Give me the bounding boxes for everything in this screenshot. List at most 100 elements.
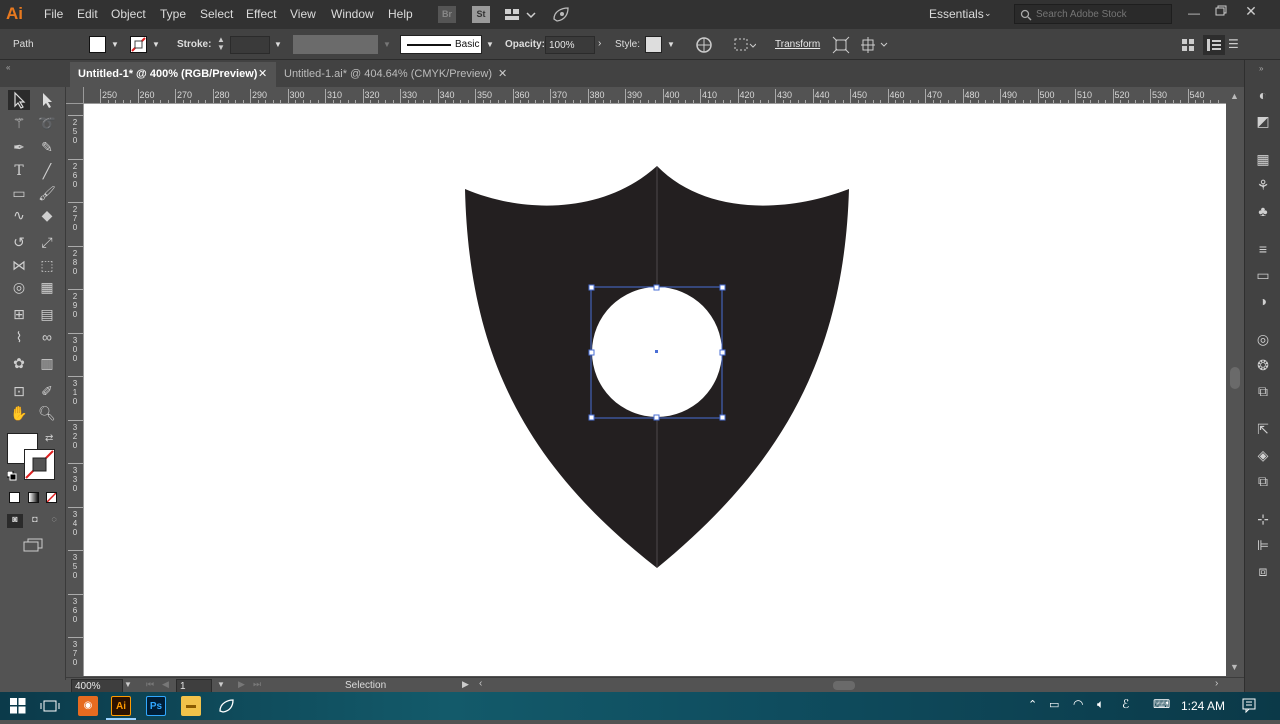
curvature-tool[interactable]: ✎ xyxy=(36,137,58,157)
gpu-performance-button[interactable] xyxy=(550,5,572,24)
resize-handle[interactable] xyxy=(653,284,660,291)
transparency-panel-button[interactable]: ◑ xyxy=(1253,292,1273,310)
menu-effect[interactable]: Effect xyxy=(246,7,276,21)
draw-inside-button[interactable]: ◌ xyxy=(46,514,62,528)
menu-select[interactable]: Select xyxy=(200,7,233,21)
transform-panel-button[interactable]: ⊹ xyxy=(1253,510,1273,528)
color-panel-button[interactable]: ◐ xyxy=(1253,86,1273,104)
close-tab-icon[interactable]: ✕ xyxy=(498,67,507,80)
minimize-button[interactable]: — xyxy=(1186,6,1202,20)
direct-selection-tool[interactable] xyxy=(36,90,58,110)
lasso-tool[interactable]: ➰ xyxy=(36,113,58,133)
artboard-tool[interactable]: ⊡ xyxy=(8,381,30,401)
horizontal-scroll-thumb[interactable] xyxy=(833,681,855,690)
fill-dropdown-icon[interactable]: ▼ xyxy=(111,40,121,50)
gradient-tool[interactable]: ▤ xyxy=(36,304,58,324)
app-taskbar-icon[interactable] xyxy=(216,696,236,716)
artboard-number-input[interactable] xyxy=(176,679,212,693)
battery-icon[interactable]: ▭ xyxy=(1049,698,1059,711)
last-artboard-icon[interactable]: ⏭ xyxy=(253,679,261,690)
swap-fill-stroke-icon[interactable]: ⇄ xyxy=(45,433,57,445)
resize-handle[interactable] xyxy=(719,414,726,421)
ruler-origin[interactable] xyxy=(66,87,84,104)
mesh-tool[interactable]: ⊞ xyxy=(8,304,30,324)
tab-untitled-1[interactable]: Untitled-1* @ 400% (RGB/Preview) ✕ xyxy=(70,62,276,87)
stroke-panel-button[interactable]: ≡ xyxy=(1253,240,1273,258)
keyboard-icon[interactable]: ⌨ xyxy=(1153,697,1170,711)
stroke-dropdown-icon[interactable]: ▼ xyxy=(152,40,162,50)
firefox-taskbar-icon[interactable]: ◉ xyxy=(78,696,98,716)
asset-export-button[interactable]: ⧉ xyxy=(1253,382,1273,400)
draw-normal-button[interactable]: ◙ xyxy=(7,514,23,528)
status-menu-arrow-icon[interactable]: ▶ xyxy=(462,679,469,690)
blend-tool[interactable]: ∞ xyxy=(36,327,58,347)
hand-tool[interactable]: ✋ xyxy=(8,403,30,423)
vertical-ruler[interactable]: 250260270280290300310320330340350360370 xyxy=(66,104,84,676)
pen-workspace-icon[interactable]: ℰ xyxy=(1122,697,1129,711)
close-tab-icon[interactable]: ✕ xyxy=(258,67,267,80)
brush-definition[interactable]: Basic xyxy=(400,35,482,54)
menu-edit[interactable]: Edit xyxy=(77,7,98,21)
slice-tool[interactable]: ✐ xyxy=(36,381,58,401)
free-transform-button[interactable] xyxy=(832,36,850,54)
scroll-right-icon[interactable]: › xyxy=(1215,678,1218,689)
shape-builder-tool[interactable]: ◎ xyxy=(8,277,30,297)
pen-tool[interactable]: ✒ xyxy=(8,137,30,157)
photoshop-taskbar-icon[interactable]: Ps xyxy=(146,696,166,716)
volume-icon[interactable]: 🔈︎ xyxy=(1097,697,1104,712)
task-view-button[interactable] xyxy=(40,698,60,714)
stroke-color-box[interactable] xyxy=(24,449,55,480)
symbols-button[interactable]: ♣ xyxy=(1253,202,1273,220)
resize-handle[interactable] xyxy=(588,349,595,356)
action-center-button[interactable] xyxy=(1241,697,1257,714)
scale-tool[interactable]: ⤢ xyxy=(36,232,58,252)
layers-panel-button[interactable]: ◈ xyxy=(1253,446,1273,464)
export-panel-button[interactable]: ⇱ xyxy=(1253,420,1273,438)
selection-tool[interactable] xyxy=(8,90,30,110)
collapse-dock-icon[interactable]: » xyxy=(1259,64,1263,73)
style-dropdown-icon[interactable]: ▼ xyxy=(667,40,677,50)
scroll-left-icon[interactable]: ‹ xyxy=(479,678,482,689)
color-mode-button[interactable] xyxy=(9,492,20,503)
align-panel-button[interactable]: ⊫ xyxy=(1253,536,1273,554)
stock-button[interactable]: St xyxy=(472,6,490,23)
resize-handle[interactable] xyxy=(588,414,595,421)
collapse-toolbar-icon[interactable]: « xyxy=(6,63,10,72)
eraser-tool[interactable]: ◆ xyxy=(36,205,58,225)
resize-handle[interactable] xyxy=(588,284,595,291)
scroll-up-icon[interactable]: ▲ xyxy=(1230,91,1239,101)
free-transform-tool[interactable]: ⬚ xyxy=(36,255,58,275)
stroke-weight-dropdown-icon[interactable]: ▼ xyxy=(274,40,284,50)
tab-untitled-1-ai[interactable]: Untitled-1.ai* @ 404.64% (CMYK/Preview) … xyxy=(276,62,516,87)
close-window-button[interactable]: ✕ xyxy=(1243,3,1259,19)
restore-button[interactable] xyxy=(1213,4,1229,18)
resize-handle[interactable] xyxy=(719,284,726,291)
menu-object[interactable]: Object xyxy=(111,7,146,21)
magic-wand-tool[interactable]: ⚚ xyxy=(8,113,30,133)
menu-help[interactable]: Help xyxy=(388,7,413,21)
symbol-sprayer-tool[interactable]: ✿ xyxy=(8,353,30,373)
brushes-button[interactable]: ⚘ xyxy=(1253,176,1273,194)
paintbrush-tool[interactable]: 🖌 xyxy=(36,183,58,203)
profile-dropdown-icon[interactable]: ▼ xyxy=(383,40,393,50)
taskbar-clock[interactable]: 1:24 AM xyxy=(1181,699,1225,713)
column-graph-tool[interactable]: ▥ xyxy=(36,353,58,373)
vertical-scroll-thumb[interactable] xyxy=(1230,367,1240,389)
previous-artboard-icon[interactable]: ◀ xyxy=(162,679,169,690)
color-guide-button[interactable]: ◩ xyxy=(1253,112,1273,130)
recolor-artwork-button[interactable] xyxy=(695,36,713,54)
properties-panel-toggle[interactable] xyxy=(1203,35,1225,55)
zoom-tool[interactable]: 🔍︎ xyxy=(36,403,58,423)
gradient-panel-button[interactable]: ▭ xyxy=(1253,266,1273,284)
variable-width-profile[interactable] xyxy=(293,35,378,54)
swatches-button[interactable]: ▦ xyxy=(1253,150,1273,168)
workspace-switcher[interactable]: Essentials xyxy=(929,7,984,21)
brush-dropdown-icon[interactable]: ▼ xyxy=(486,40,496,50)
file-explorer-taskbar-icon[interactable]: ▬ xyxy=(181,696,201,716)
current-tool-status[interactable]: Selection xyxy=(345,680,386,691)
stock-search-input[interactable] xyxy=(1033,7,1169,21)
none-mode-button[interactable] xyxy=(46,492,57,503)
fill-swatch[interactable] xyxy=(89,36,106,53)
horizontal-ruler[interactable]: 250 260 270 280 290 300 310 320 330 340 350 360 370 3… xyxy=(84,87,1226,104)
illustrator-taskbar-icon[interactable]: Ai xyxy=(111,696,131,716)
